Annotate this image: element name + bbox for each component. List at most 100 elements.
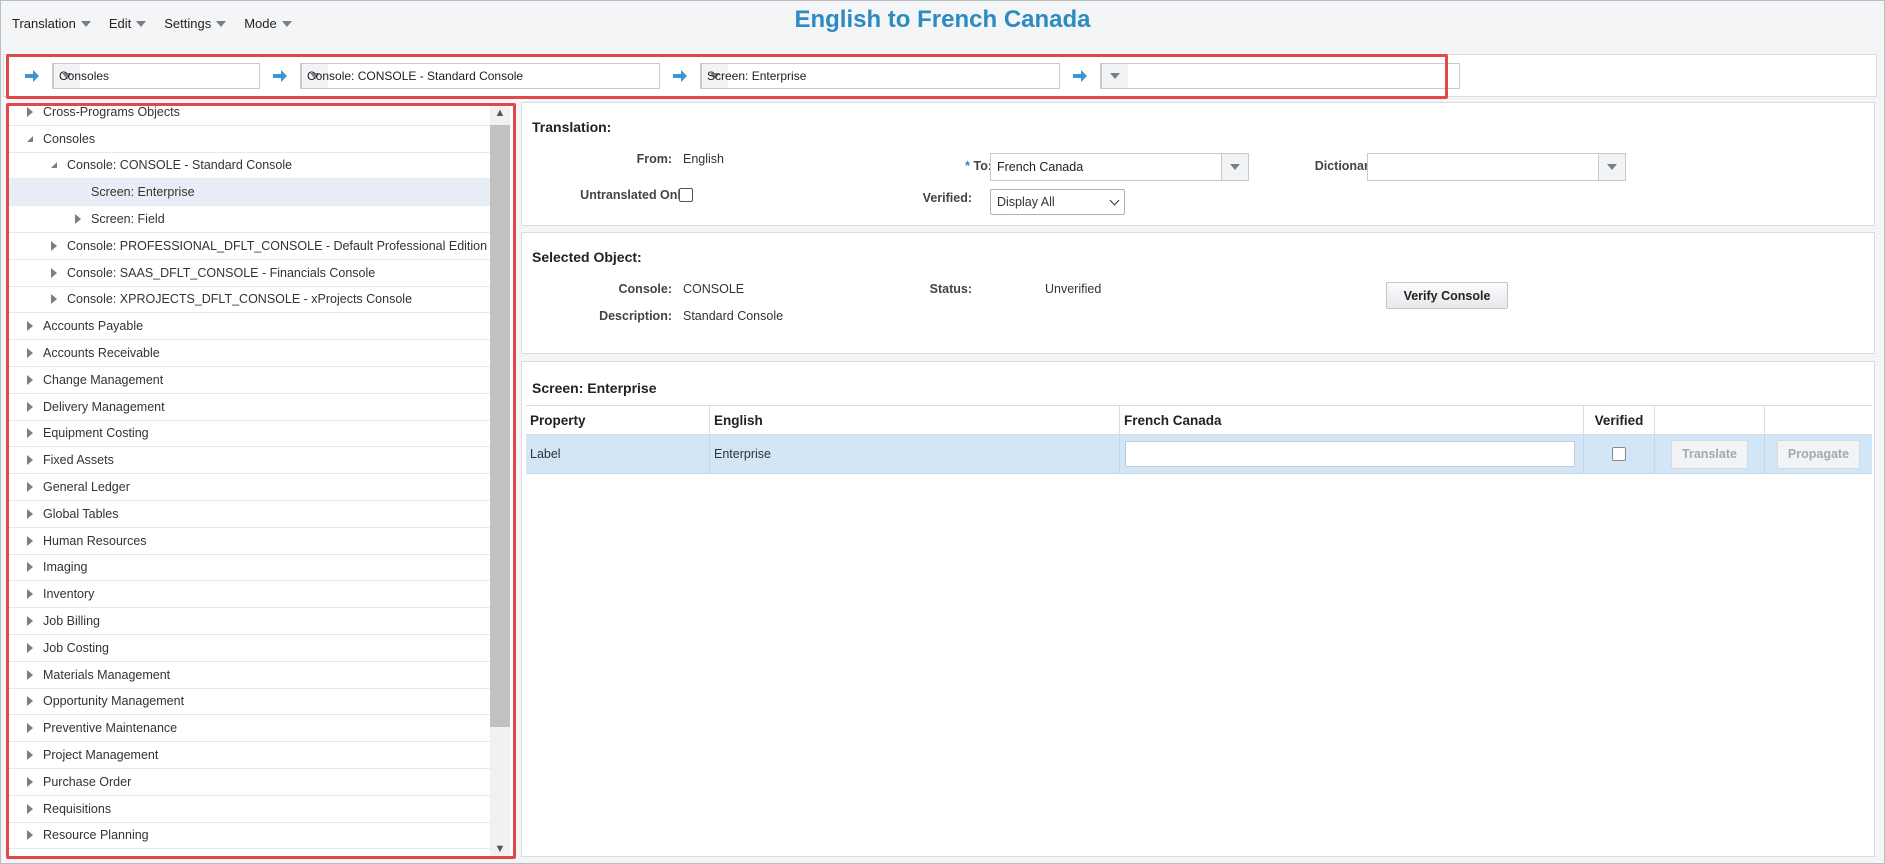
column-header[interactable]: English [710, 406, 1120, 434]
tree-item[interactable]: Fixed Assets [9, 447, 497, 475]
tree-item[interactable]: General Ledger [9, 474, 497, 501]
column-header[interactable]: French Canada [1120, 406, 1584, 434]
caret-right-icon [27, 348, 33, 359]
tree-item[interactable]: Consoles [9, 126, 497, 153]
tree-item[interactable]: Imaging [9, 555, 497, 582]
verify-console-button[interactable]: Verify Console [1386, 282, 1508, 309]
tree-item[interactable]: Purchase Order [9, 769, 497, 796]
expand-icon[interactable] [23, 668, 37, 682]
dictionary-select[interactable] [1367, 153, 1626, 181]
expand-icon[interactable] [23, 828, 37, 842]
tree-item-label: Delivery Management [43, 399, 165, 414]
expand-icon[interactable] [23, 614, 37, 628]
tree-item[interactable]: Requisitions [9, 796, 497, 823]
expand-icon[interactable] [71, 212, 85, 226]
caret-right-icon [27, 669, 33, 680]
expand-icon[interactable] [23, 802, 37, 816]
breadcrumb-items: Consoles Console: CONSOLE - Standard Con… [22, 63, 1470, 89]
verified-checkbox[interactable] [1612, 447, 1626, 461]
vertical-scrollbar[interactable]: ▲ ▼ [490, 103, 510, 859]
tree-item[interactable]: Inventory [9, 581, 497, 609]
expand-icon[interactable] [47, 239, 61, 253]
caret-right-icon [27, 106, 33, 117]
tree-item[interactable]: Console: SAAS_DFLT_CONSOLE - Financials … [9, 260, 497, 287]
tree-item-label: Console: PROFESSIONAL_DFLT_CONSOLE - Def… [67, 238, 497, 253]
tree-item[interactable]: Console: PROFESSIONAL_DFLT_CONSOLE - Def… [9, 233, 497, 260]
arrow-right-icon[interactable] [670, 66, 690, 86]
breadcrumb-select-screen[interactable]: Screen: Enterprise [700, 63, 1060, 89]
tree-item[interactable]: Change Management [9, 367, 497, 394]
tree-item-label: Inventory [43, 587, 95, 602]
caret-right-icon [27, 776, 33, 787]
table-row[interactable]: Label Enterprise Translate Propagate [526, 435, 1872, 474]
dropdown-button[interactable] [1598, 154, 1625, 180]
tree-item-label: Screen: Enterprise [91, 185, 195, 200]
tree-item[interactable]: Human Resources [9, 528, 497, 555]
scroll-down-icon[interactable]: ▼ [490, 839, 510, 859]
expand-icon[interactable] [23, 721, 37, 735]
expand-icon[interactable] [23, 453, 37, 467]
expand-icon[interactable] [23, 507, 37, 521]
tree-item-label: Materials Management [43, 667, 171, 682]
tree-item-label: Equipment Costing [43, 426, 149, 441]
dropdown-button[interactable] [1221, 154, 1248, 180]
status-value: Unverified [1045, 282, 1102, 296]
tree-item[interactable]: Preventive Maintenance [9, 715, 497, 743]
expand-icon[interactable] [23, 534, 37, 548]
propagate-button[interactable]: Propagate [1776, 439, 1861, 469]
tree-item[interactable]: Screen: Enterprise [9, 179, 497, 207]
tree-item-label: Screen: Field [91, 212, 165, 227]
verified-filter-select[interactable]: Display All [990, 189, 1125, 215]
expand-icon[interactable] [23, 480, 37, 494]
expand-icon[interactable] [23, 775, 37, 789]
collapse-icon[interactable] [23, 132, 37, 146]
tree-item[interactable]: Equipment Costing [9, 421, 497, 448]
expand-icon[interactable] [23, 587, 37, 601]
expand-icon[interactable] [23, 748, 37, 762]
expand-icon[interactable] [23, 694, 37, 708]
tree-item[interactable]: Materials Management [9, 662, 497, 689]
expand-icon[interactable] [23, 426, 37, 440]
translate-button[interactable]: Translate [1671, 439, 1748, 469]
french-translation-input[interactable] [1125, 441, 1575, 467]
caret-right-icon [27, 562, 33, 573]
tree-item[interactable]: Console: XPROJECTS_DFLT_CONSOLE - xProje… [9, 287, 497, 314]
tree-item[interactable]: Resource Planning [9, 823, 497, 850]
expand-icon[interactable] [23, 641, 37, 655]
tree-item[interactable]: Global Tables [9, 501, 497, 528]
expand-icon[interactable] [23, 560, 37, 574]
scrollbar-thumb[interactable] [490, 125, 510, 727]
scroll-up-icon[interactable]: ▲ [490, 103, 510, 123]
verified-label: Verified: [922, 191, 972, 205]
breadcrumb-select-next[interactable] [1100, 63, 1460, 89]
tree-item[interactable]: Opportunity Management [9, 689, 497, 716]
expand-icon[interactable] [23, 373, 37, 387]
breadcrumb-select-category[interactable]: Consoles [52, 63, 260, 89]
column-header[interactable]: Property [526, 406, 710, 434]
tree-item-label: Accounts Payable [43, 319, 144, 334]
arrow-right-icon[interactable] [1070, 66, 1090, 86]
tree-item[interactable]: Screen: Field [9, 206, 497, 233]
untranslated-only-checkbox[interactable] [679, 188, 693, 202]
tree-item[interactable]: Console: CONSOLE - Standard Console [9, 153, 497, 180]
dropdown-button[interactable] [1101, 64, 1128, 88]
tree-item[interactable]: Cross-Programs Objects [9, 103, 497, 126]
tree-item[interactable]: Accounts Payable [9, 313, 497, 341]
to-language-select[interactable]: French Canada [990, 153, 1249, 181]
column-header[interactable]: Verified [1584, 406, 1655, 434]
expand-icon[interactable] [23, 400, 37, 414]
arrow-right-icon[interactable] [270, 66, 290, 86]
expand-icon[interactable] [47, 266, 61, 280]
expand-icon[interactable] [47, 292, 61, 306]
tree-item[interactable]: Job Billing [9, 608, 497, 635]
breadcrumb-select-console[interactable]: Console: CONSOLE - Standard Console [300, 63, 660, 89]
expand-icon[interactable] [23, 319, 37, 333]
tree-item[interactable]: Project Management [9, 742, 497, 769]
tree-item[interactable]: Job Costing [9, 635, 497, 662]
expand-icon[interactable] [23, 346, 37, 360]
collapse-icon[interactable] [47, 158, 61, 172]
arrow-right-icon[interactable] [22, 66, 42, 86]
tree-item[interactable]: Accounts Receivable [9, 340, 497, 367]
tree-item[interactable]: Delivery Management [9, 394, 497, 421]
expand-icon[interactable] [23, 105, 37, 119]
